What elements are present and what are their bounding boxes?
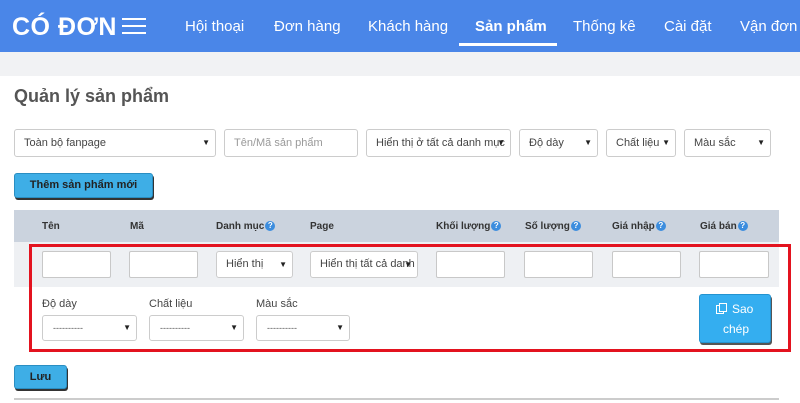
- help-icon[interactable]: ?: [491, 221, 502, 231]
- chevron-down-icon: ▼: [757, 138, 765, 147]
- brand-logo[interactable]: CÓ ĐƠN: [12, 13, 117, 42]
- column-header-category: Danh mục?: [216, 221, 276, 232]
- nav-statistics[interactable]: Thống kê: [573, 18, 636, 35]
- help-icon[interactable]: ?: [737, 221, 748, 231]
- help-icon[interactable]: ?: [265, 221, 276, 231]
- thickness-filter-select[interactable]: Độ dày ▼: [519, 129, 598, 157]
- fanpage-select-value: Toàn bộ fanpage: [24, 137, 106, 149]
- nav-customers[interactable]: Khách hàng: [368, 18, 448, 35]
- chevron-down-icon: ▼: [662, 138, 670, 147]
- nav-conversations[interactable]: Hội thoại: [185, 18, 244, 35]
- chevron-down-icon: ▼: [497, 138, 505, 147]
- hamburger-menu-icon[interactable]: [122, 17, 146, 35]
- save-button[interactable]: Lưu: [14, 365, 67, 389]
- column-header-weight: Khối lượng?: [436, 221, 502, 232]
- nav-products[interactable]: Sản phẩm: [475, 18, 547, 35]
- nav-settings[interactable]: Cài đặt: [664, 18, 712, 35]
- chevron-down-icon: ▼: [584, 138, 592, 147]
- column-header-sale-price: Giá bán?: [700, 221, 748, 232]
- add-product-button[interactable]: Thêm sản phẩm mới: [14, 173, 153, 198]
- color-filter-select[interactable]: Màu sắc ▼: [684, 129, 771, 157]
- highlight-box: [29, 244, 791, 352]
- top-navbar: CÓ ĐƠN Hội thoại Đơn hàng Khách hàng Sản…: [0, 0, 800, 52]
- nav-orders[interactable]: Đơn hàng: [274, 18, 341, 35]
- column-header-name: Tên: [42, 221, 60, 232]
- column-header-quantity: Số lượng?: [525, 221, 581, 232]
- column-header-cost-price: Giá nhập?: [612, 221, 666, 232]
- thickness-filter-value: Độ dày: [529, 137, 564, 149]
- material-filter-select[interactable]: Chất liệu ▼: [606, 129, 676, 157]
- divider: [14, 398, 779, 400]
- material-filter-value: Chất liệu: [616, 137, 660, 149]
- page-title: Quản lý sản phẩm: [14, 86, 170, 106]
- category-filter-select[interactable]: Hiển thị ở tất cả danh mục ▼: [366, 129, 511, 157]
- help-icon[interactable]: ?: [570, 221, 581, 231]
- fanpage-select[interactable]: Toàn bộ fanpage ▼: [14, 129, 216, 157]
- help-icon[interactable]: ?: [655, 221, 666, 231]
- column-header-code: Mã: [130, 221, 144, 232]
- product-search-input[interactable]: Tên/Mã sản phẩm: [224, 129, 358, 157]
- nav-shipping[interactable]: Vận đơn: [740, 18, 797, 35]
- active-nav-indicator: [459, 43, 557, 46]
- column-header-page: Page: [310, 221, 334, 232]
- color-filter-value: Màu sắc: [694, 137, 736, 149]
- category-filter-value: Hiển thị ở tất cả danh mục: [376, 137, 505, 149]
- chevron-down-icon: ▼: [202, 138, 210, 147]
